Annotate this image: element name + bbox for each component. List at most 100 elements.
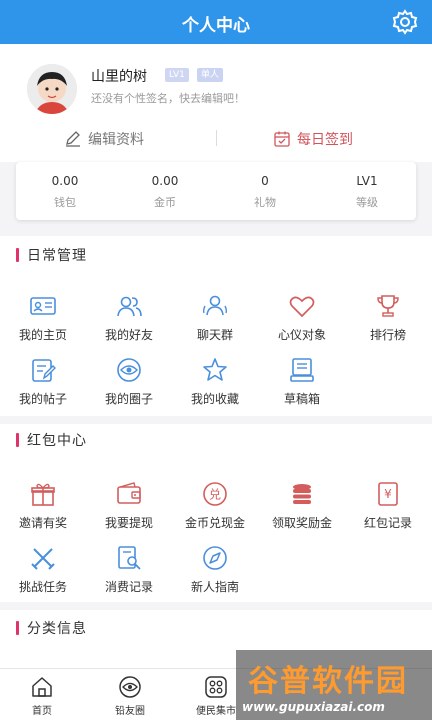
tile-label: 邀请有奖 bbox=[18, 516, 67, 530]
tab-home[interactable]: 首页 bbox=[12, 675, 72, 717]
page-title: 个人中心 bbox=[182, 16, 250, 36]
trophy-icon bbox=[377, 295, 399, 317]
avatar-image bbox=[27, 64, 77, 114]
section-accent-bar bbox=[16, 248, 19, 262]
tile-label: 新人指南 bbox=[190, 580, 239, 594]
stat-value: LV1 bbox=[356, 174, 378, 188]
level-badge: LV1 bbox=[165, 68, 189, 82]
heart-icon bbox=[289, 296, 315, 318]
section-header: 分类信息 bbox=[16, 618, 87, 638]
section-title: 分类信息 bbox=[27, 621, 87, 637]
section-accent-bar bbox=[16, 433, 19, 447]
section-accent-bar bbox=[16, 621, 19, 635]
edit-note-icon bbox=[32, 359, 56, 382]
profile-card: 山里的树 LV1 单人 还没有个性签名，快去编辑吧！ 编辑资料 每日签到 bbox=[0, 44, 432, 162]
tile-label: 红包记录 bbox=[363, 516, 412, 530]
watermark-brand: 谷普软件园 bbox=[248, 664, 408, 699]
avatar[interactable] bbox=[27, 64, 77, 114]
tile-leaderboard[interactable]: 排行榜 bbox=[345, 292, 431, 352]
tile-label: 我的好友 bbox=[104, 328, 153, 342]
tile-label: 我的帖子 bbox=[18, 392, 67, 406]
tile-claim-bonus[interactable]: 领取奖励金 bbox=[259, 480, 345, 540]
daily-checkin-label: 每日签到 bbox=[297, 132, 353, 148]
edit-profile-label: 编辑资料 bbox=[88, 132, 144, 148]
stat-level[interactable]: LV1 等级 bbox=[332, 174, 402, 210]
coins-icon bbox=[293, 484, 311, 504]
edit-profile-button[interactable]: 编辑资料 bbox=[64, 128, 144, 150]
tile-redpacket-records[interactable]: ¥ 红包记录 bbox=[345, 480, 431, 540]
exchange-glyph: 兑 bbox=[209, 488, 221, 502]
gift-icon bbox=[31, 483, 55, 506]
stat-label: 礼物 bbox=[254, 196, 276, 209]
tile-label: 消费记录 bbox=[104, 580, 153, 594]
section-title: 日常管理 bbox=[27, 248, 87, 264]
signature: 还没有个性签名，快去编辑吧！ bbox=[91, 92, 245, 105]
tile-drafts[interactable]: 草稿箱 bbox=[259, 356, 345, 416]
tile-label: 金币兑现金 bbox=[184, 516, 245, 530]
id-card-icon bbox=[30, 297, 56, 315]
stat-value: 0.00 bbox=[51, 174, 79, 188]
divider bbox=[216, 130, 217, 146]
tile-my-favorites[interactable]: 我的收藏 bbox=[172, 356, 258, 416]
tile-my-circle[interactable]: 我的圈子 bbox=[86, 356, 172, 416]
compass-icon bbox=[203, 546, 227, 570]
star-icon bbox=[203, 358, 227, 381]
receipt-icon: ¥ bbox=[378, 482, 398, 506]
tab-label: 首页 bbox=[32, 706, 52, 717]
tile-coin-exchange[interactable]: 兑 金币兑现金 bbox=[172, 480, 258, 540]
tile-newbie-guide[interactable]: 新人指南 bbox=[172, 544, 258, 604]
drafts-icon bbox=[290, 358, 314, 382]
tile-invite-reward[interactable]: 邀请有奖 bbox=[0, 480, 86, 540]
tile-spending-records[interactable]: 消费记录 bbox=[86, 544, 172, 604]
stat-wallet[interactable]: 0.00 钱包 bbox=[30, 174, 100, 210]
home-icon bbox=[32, 677, 52, 697]
section-title: 红包中心 bbox=[27, 433, 87, 449]
tile-challenge-tasks[interactable]: 挑战任务 bbox=[0, 544, 86, 604]
section-header: 红包中心 bbox=[16, 430, 87, 450]
stat-label: 等级 bbox=[356, 196, 378, 209]
stat-gifts[interactable]: 0 礼物 bbox=[230, 174, 300, 210]
tile-my-posts[interactable]: 我的帖子 bbox=[0, 356, 86, 416]
tile-label: 我的圈子 bbox=[104, 392, 153, 406]
tile-label: 领取奖励金 bbox=[271, 516, 332, 530]
calendar-icon bbox=[274, 131, 290, 147]
stat-coins[interactable]: 0.00 金币 bbox=[130, 174, 200, 210]
gender-badge: 单人 bbox=[197, 68, 224, 82]
tile-label: 我的收藏 bbox=[190, 392, 239, 406]
tab-circle[interactable]: 铅友圈 bbox=[100, 675, 160, 717]
tile-label: 排行榜 bbox=[369, 328, 406, 342]
tile-my-homepage[interactable]: 我的主页 bbox=[0, 292, 86, 352]
tile-label: 挑战任务 bbox=[18, 580, 67, 594]
yen-glyph: ¥ bbox=[384, 487, 392, 501]
watermark: 谷普软件园 www.gupuxiazai.com bbox=[236, 650, 432, 720]
stat-label: 钱包 bbox=[54, 196, 76, 209]
tile-withdraw[interactable]: 我要提现 bbox=[86, 480, 172, 540]
tile-label: 聊天群 bbox=[196, 328, 233, 342]
tile-label: 我要提现 bbox=[104, 516, 153, 530]
pencil-icon bbox=[66, 131, 80, 147]
daily-section: 日常管理 我的主页 我的好友 聊天群 心仪对象 排行榜 我的帖子 我的圈子 我的… bbox=[0, 236, 432, 416]
group-chat-icon bbox=[202, 295, 228, 316]
tab-label: 铅友圈 bbox=[115, 706, 145, 717]
section-header: 日常管理 bbox=[16, 245, 87, 265]
tile-label: 我的主页 bbox=[18, 328, 67, 342]
daily-checkin-button[interactable]: 每日签到 bbox=[273, 128, 353, 150]
swords-icon bbox=[31, 548, 55, 570]
stat-label: 金币 bbox=[154, 196, 176, 209]
circle-eye-icon bbox=[117, 358, 141, 382]
watermark-url: www.gupuxiazai.com bbox=[242, 700, 385, 714]
wallet-icon bbox=[117, 482, 141, 504]
tile-label: 草稿箱 bbox=[283, 392, 320, 406]
tile-crush[interactable]: 心仪对象 bbox=[259, 292, 345, 352]
gear-icon[interactable] bbox=[390, 8, 420, 36]
tile-group-chat[interactable]: 聊天群 bbox=[172, 292, 258, 352]
redpacket-section: 红包中心 邀请有奖 我要提现 兑 金币兑现金 领取奖励金 ¥ 红包记录 挑战任务… bbox=[0, 424, 432, 602]
friends-icon bbox=[117, 296, 142, 317]
market-icon bbox=[205, 676, 227, 698]
username: 山里的树 bbox=[91, 69, 147, 85]
tile-label: 心仪对象 bbox=[277, 328, 326, 342]
exchange-icon: 兑 bbox=[203, 482, 227, 506]
stat-value: 0.00 bbox=[151, 174, 179, 188]
stats-card: 0.00 钱包 0.00 金币 0 礼物 LV1 等级 bbox=[16, 162, 416, 220]
tile-my-friends[interactable]: 我的好友 bbox=[86, 292, 172, 352]
